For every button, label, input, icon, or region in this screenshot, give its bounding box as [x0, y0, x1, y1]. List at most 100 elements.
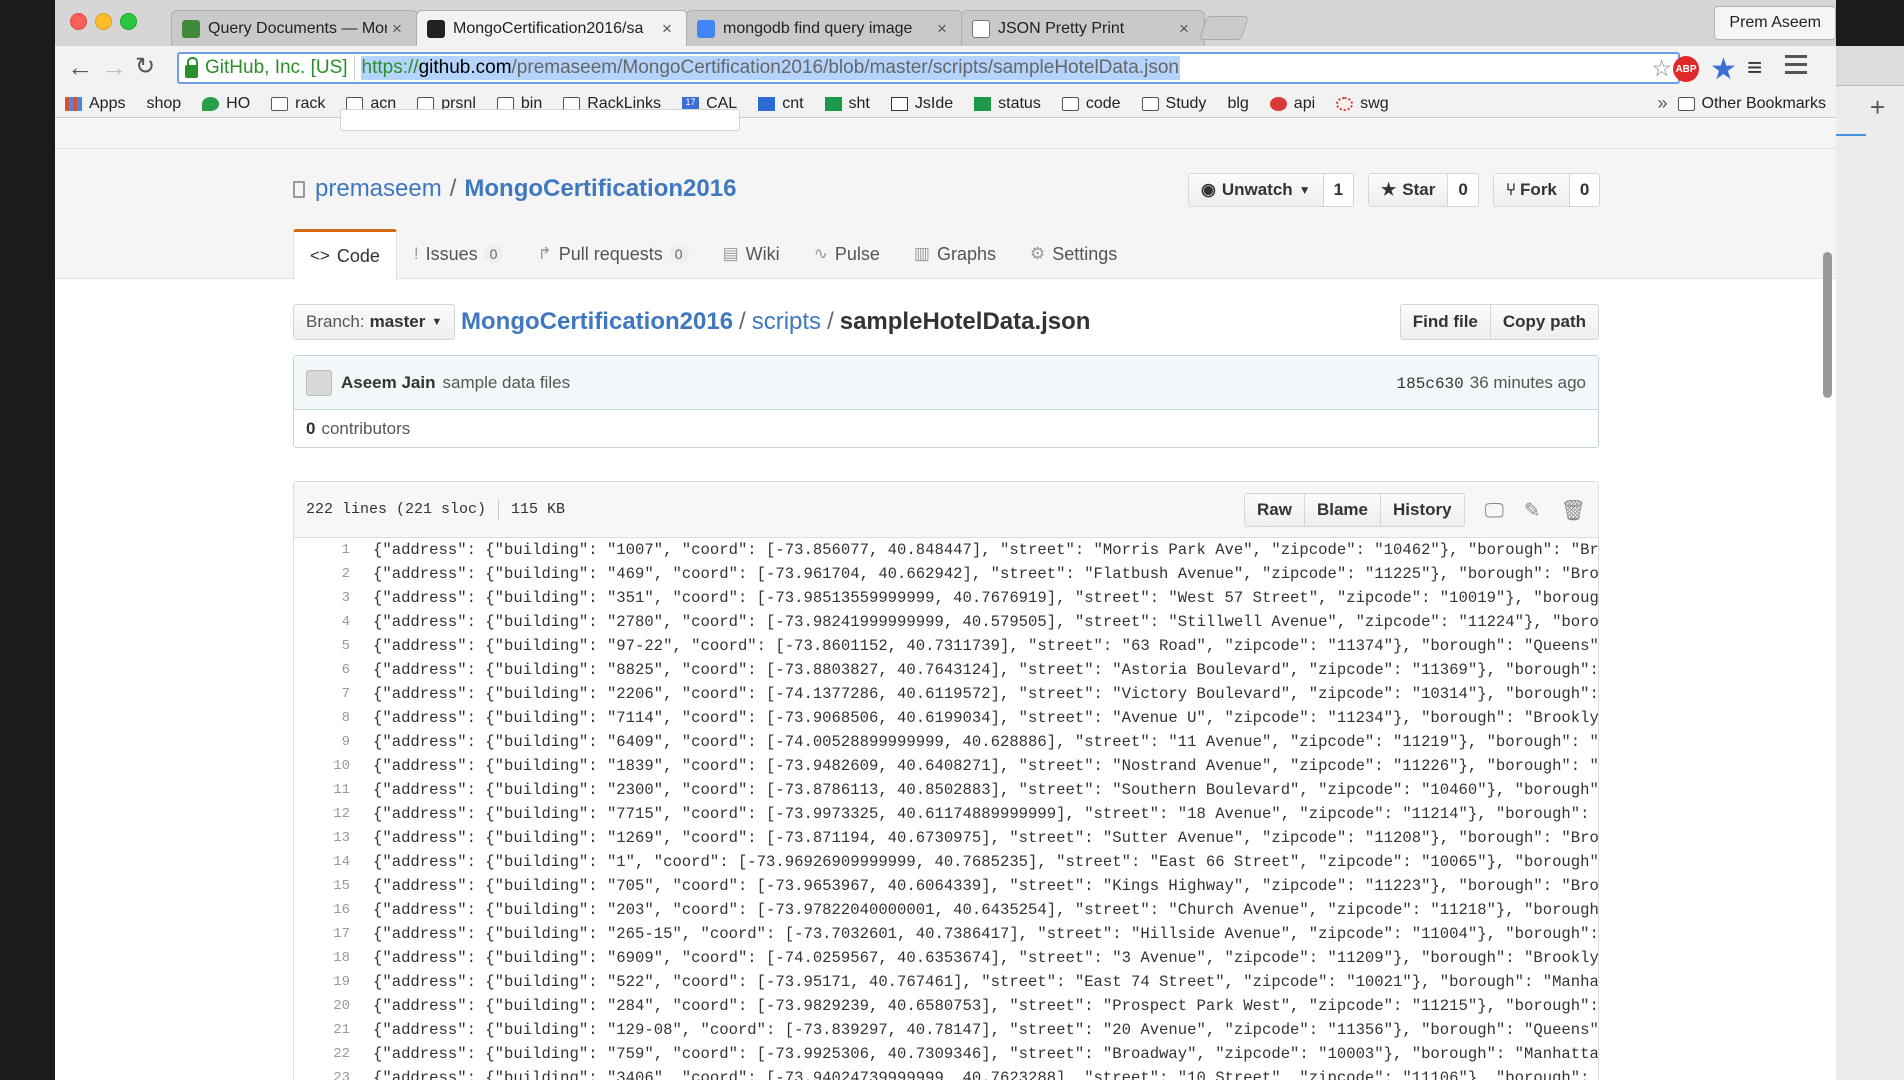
watchers-count[interactable]: 1: [1324, 174, 1353, 206]
breadcrumb-dir-link[interactable]: scripts: [752, 308, 821, 335]
blame-button[interactable]: Blame: [1303, 493, 1380, 526]
line-number[interactable]: 11: [294, 782, 350, 798]
bookmark-cnt[interactable]: cnt: [758, 95, 804, 113]
unwatch-button[interactable]: ◉ Unwatch ▼: [1189, 174, 1324, 206]
commit-author[interactable]: Aseem Jain: [341, 373, 436, 393]
trash-icon[interactable]: 🗑: [1561, 498, 1586, 522]
line-number[interactable]: 21: [294, 1022, 350, 1038]
tab-issues[interactable]: ! Issues 0: [397, 229, 521, 279]
tab-close-icon[interactable]: ×: [932, 19, 952, 39]
bookmark-api[interactable]: api: [1269, 95, 1315, 113]
bookmark-status[interactable]: status: [974, 95, 1041, 113]
header-search-input[interactable]: [340, 109, 740, 131]
branch-select[interactable]: Branch: master ▼: [293, 304, 456, 340]
fork-button[interactable]: ⑂ Fork: [1493, 174, 1570, 206]
line-number[interactable]: 17: [294, 926, 350, 942]
tab-pull-requests[interactable]: ↱ Pull requests 0: [520, 229, 705, 279]
new-tab-plus-icon[interactable]: +: [1870, 92, 1885, 123]
line-number[interactable]: 5: [294, 638, 350, 654]
find-file-button[interactable]: Find file: [1401, 305, 1490, 339]
bookmark-swg[interactable]: swg: [1336, 95, 1389, 113]
reload-icon[interactable]: ↻: [135, 54, 155, 80]
line-number[interactable]: 16: [294, 902, 350, 918]
tab-close-icon[interactable]: ×: [1174, 19, 1194, 39]
bookmark-study[interactable]: Study: [1141, 95, 1206, 113]
line-number[interactable]: 9: [294, 734, 350, 750]
browser-tab[interactable]: MongoCertification2016/sa ×: [416, 10, 688, 47]
history-button[interactable]: History: [1379, 493, 1464, 526]
browser-tab[interactable]: Query Documents — Mong ×: [171, 10, 418, 46]
bookmark-apps[interactable]: Apps: [65, 95, 125, 113]
line-number[interactable]: 6: [294, 662, 350, 678]
commit-sha[interactable]: 185c630: [1397, 375, 1464, 393]
chrome-menu-icon[interactable]: [1785, 55, 1807, 83]
address-bar[interactable]: GitHub, Inc. [US] https://github.com/pre…: [177, 52, 1680, 84]
forward-arrow-icon[interactable]: →: [101, 54, 127, 80]
profile-button[interactable]: Prem Aseem: [1714, 6, 1836, 40]
tab-settings[interactable]: ⚙ Settings: [1013, 229, 1134, 279]
extension-icon[interactable]: ≡: [1747, 52, 1775, 82]
line-number[interactable]: 2: [294, 566, 350, 582]
bookmark-star-icon[interactable]: ☆: [1651, 55, 1672, 82]
pencil-icon[interactable]: ✎: [1524, 498, 1541, 522]
star-button[interactable]: ★ Star: [1369, 174, 1449, 206]
line-number[interactable]: 10: [294, 758, 350, 774]
line-number[interactable]: 15: [294, 878, 350, 894]
page-scrollbar-thumb[interactable]: [1823, 252, 1832, 398]
tab-pulse[interactable]: ∿ Pulse: [797, 229, 897, 279]
line-number[interactable]: 14: [294, 854, 350, 870]
folder-icon: [1061, 96, 1079, 111]
browser-tab[interactable]: JSON Pretty Print ×: [961, 10, 1205, 46]
line-number[interactable]: 1: [294, 542, 350, 558]
bookmarks-star-extension-icon[interactable]: ★: [1710, 52, 1738, 86]
raw-button[interactable]: Raw: [1245, 494, 1304, 526]
line-number[interactable]: 8: [294, 710, 350, 726]
bookmark-jside[interactable]: JsIde: [890, 95, 953, 113]
line-number[interactable]: 23: [294, 1070, 350, 1080]
stargazers-count[interactable]: 0: [1448, 174, 1477, 206]
bookmark-shop[interactable]: shop: [55, 95, 181, 226]
line-number[interactable]: 18: [294, 950, 350, 966]
adblock-icon[interactable]: ABP: [1673, 56, 1699, 82]
line-number[interactable]: 22: [294, 1046, 350, 1062]
line-number[interactable]: 13: [294, 830, 350, 846]
contributors-row[interactable]: 0 contributors: [294, 410, 1598, 447]
bookmark-code[interactable]: code: [1061, 95, 1121, 113]
bookmark-ho[interactable]: HO: [202, 95, 250, 113]
close-window-button[interactable]: [70, 13, 87, 30]
url-text[interactable]: https://github.com/premaseem/MongoCertif…: [360, 56, 1180, 80]
line-number[interactable]: 12: [294, 806, 350, 822]
bookmarks-overflow-chevron-icon[interactable]: »: [1658, 93, 1668, 114]
back-arrow-icon[interactable]: ←: [67, 54, 93, 80]
line-number[interactable]: 3: [294, 590, 350, 606]
new-tab-button[interactable]: [1199, 16, 1249, 40]
line-number[interactable]: 4: [294, 614, 350, 630]
bookmark-rack[interactable]: rack: [271, 95, 325, 113]
file-lines-info: 222 lines (221 sloc): [306, 501, 487, 518]
tab-close-icon[interactable]: ×: [387, 19, 407, 39]
bookmark-blg[interactable]: blg: [55, 95, 1249, 226]
line-number[interactable]: 7: [294, 686, 350, 702]
bookmark-sht[interactable]: sht: [824, 95, 870, 113]
minimize-window-button[interactable]: [95, 13, 112, 30]
zoom-window-button[interactable]: [120, 13, 137, 30]
tab-graphs[interactable]: ▥ Graphs: [897, 229, 1013, 279]
tab-code[interactable]: <> Code: [293, 229, 397, 280]
desktop-icon[interactable]: 🖵: [1485, 498, 1504, 522]
ev-certificate-badge[interactable]: GitHub, Inc. [US]: [181, 55, 355, 81]
copy-path-button[interactable]: Copy path: [1489, 305, 1598, 339]
repo-name-link[interactable]: MongoCertification2016: [464, 175, 736, 203]
bookmark-label: status: [998, 94, 1041, 112]
forks-count[interactable]: 0: [1570, 174, 1599, 206]
browser-tab[interactable]: mongodb find query image ×: [686, 10, 963, 46]
other-bookmarks-folder[interactable]: Other Bookmarks: [1677, 95, 1826, 113]
author-avatar[interactable]: [306, 369, 332, 396]
tab-title: MongoCertification2016/sa: [453, 20, 644, 37]
tab-close-icon[interactable]: ×: [657, 19, 677, 39]
repo-owner-link[interactable]: premaseem: [315, 175, 442, 203]
breadcrumb-repo-link[interactable]: MongoCertification2016: [461, 308, 733, 335]
commit-message[interactable]: sample data files: [443, 373, 571, 393]
tab-wiki[interactable]: ▤ Wiki: [706, 229, 797, 279]
line-number[interactable]: 19: [294, 974, 350, 990]
line-number[interactable]: 20: [294, 998, 350, 1014]
